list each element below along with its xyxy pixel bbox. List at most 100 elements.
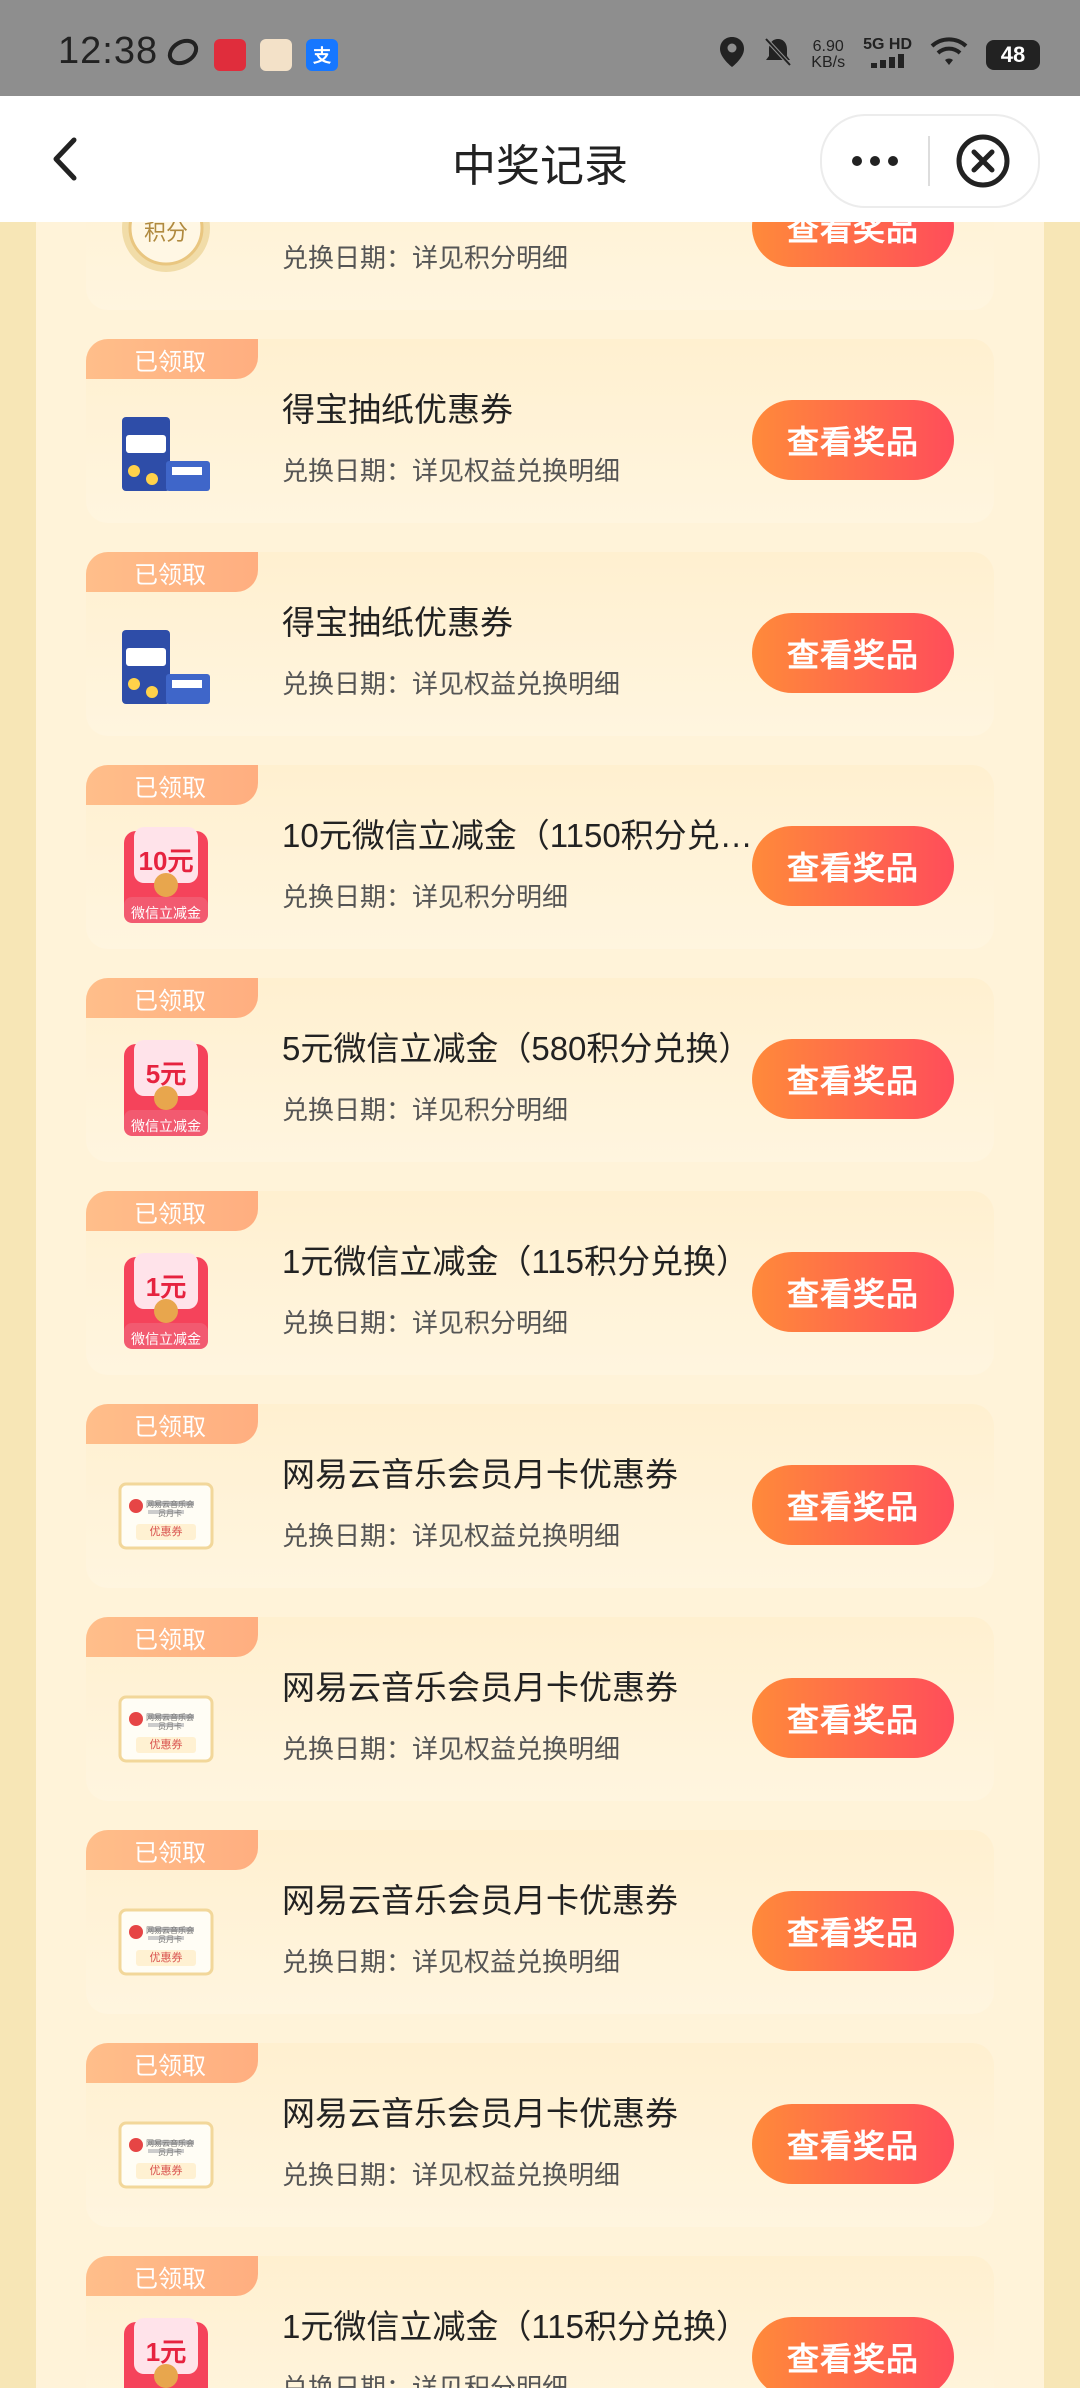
record-card: 已领取 1元微信立减金 1元微信立减金（115积分兑换） 兑换日期：详见积分明细 查看奖… xyxy=(86,1191,994,1375)
view-prize-button[interactable]: 查看奖品 xyxy=(752,826,954,906)
status-bar: 12:38 支 6.90 KB/s 5G HD 48 xyxy=(0,0,1080,96)
record-card: 已领取 网易云音乐会员月卡 优惠券 网易云音乐会员月卡优惠券 兑换日期：详见权益兑换明细… xyxy=(86,2043,994,2227)
title-bar: 中奖记录 xyxy=(0,96,1080,222)
signal-icon xyxy=(870,54,905,73)
mini-program-capsule xyxy=(820,114,1040,208)
prize-name: 网易云音乐会员月卡优惠券 xyxy=(282,1669,678,1706)
thumb-label: 优惠券 xyxy=(149,1952,183,1964)
thumb-amount: 5元 xyxy=(145,1059,187,1089)
mute-icon xyxy=(763,36,793,73)
status-app-icons: 支 xyxy=(166,38,338,71)
prize-name: 5元微信立减金（580积分兑换） xyxy=(282,1030,752,1067)
thumb-label: 优惠券 xyxy=(149,1739,183,1751)
record-card: 已领取 得宝抽纸优惠券兑换日期：详见权益兑换明细 查看奖品 xyxy=(86,339,994,523)
status-tag: 已领取 xyxy=(86,2043,258,2083)
thumb-caption: 网易云音乐会员月卡 xyxy=(146,2139,194,2157)
status-tag: 已领取 xyxy=(86,1404,258,1444)
view-prize-button[interactable]: 查看奖品 xyxy=(752,1465,954,1545)
view-prize-button[interactable]: 查看奖品 xyxy=(752,400,954,480)
thumb-caption: 网易云音乐会员月卡 xyxy=(146,1713,194,1731)
record-card: 已领取 网易云音乐会员月卡 优惠券 网易云音乐会员月卡优惠券 兑换日期：详见权益兑换明细… xyxy=(86,1830,994,2014)
prize-thumbnail: 积分 xyxy=(116,222,216,288)
status-tag: 已领取 xyxy=(86,1617,258,1657)
record-card: 已领取积分兑换日期：详见积分明细查看奖品 xyxy=(86,222,994,310)
redeem-date: 兑换日期：详见积分明细 xyxy=(282,243,569,273)
prize-thumbnail xyxy=(116,401,216,501)
wifi-icon xyxy=(930,37,968,72)
thumb-label: 优惠券 xyxy=(149,1526,183,1538)
prize-thumbnail: 网易云音乐会员月卡优惠券 xyxy=(116,1466,216,1566)
view-prize-button[interactable]: 查看奖品 xyxy=(752,2317,954,2388)
records-panel: 已领取积分兑换日期：详见积分明细查看奖品已领取得宝抽纸优惠券兑换日期：详见权益兑… xyxy=(36,222,1044,2388)
signal-group: 5G HD xyxy=(863,36,912,73)
alipay-icon: 支 xyxy=(306,38,338,71)
view-prize-button[interactable]: 查看奖品 xyxy=(752,1678,954,1758)
vpn-icon xyxy=(166,38,200,71)
thumb-amount: 10元 xyxy=(138,846,194,876)
status-tag: 已领取 xyxy=(86,2256,258,2296)
redeem-date: 兑换日期：详见权益兑换明细 xyxy=(282,1521,621,1551)
redeem-date: 兑换日期：详见积分明细 xyxy=(282,1095,569,1125)
close-circle-icon xyxy=(956,134,1010,188)
prize-name: 得宝抽纸优惠券 xyxy=(282,391,513,428)
redeem-date: 兑换日期：详见权益兑换明细 xyxy=(282,1947,621,1977)
record-card: 已领取 5元微信立减金 5元微信立减金（580积分兑换） 兑换日期：详见积分明细 查看奖… xyxy=(86,978,994,1162)
net-speed: 6.90 KB/s xyxy=(811,37,846,71)
redeem-date: 兑换日期：详见积分明细 xyxy=(282,2373,569,2388)
view-prize-button[interactable]: 查看奖品 xyxy=(752,1039,954,1119)
prize-thumbnail: 1元微信立减金 xyxy=(116,2318,216,2388)
status-tag: 已领取 xyxy=(86,1191,258,1231)
battery-indicator: 48 xyxy=(986,39,1040,70)
thumb-caption: 微信立减金 xyxy=(131,1118,201,1134)
redeem-date: 兑换日期：详见权益兑换明细 xyxy=(282,1734,621,1764)
prize-name: 得宝抽纸优惠券 xyxy=(282,604,513,641)
status-tag: 已领取 xyxy=(86,339,258,379)
redeem-date: 兑换日期：详见权益兑换明细 xyxy=(282,2160,621,2190)
prize-name: 网易云音乐会员月卡优惠券 xyxy=(282,1882,678,1919)
view-prize-button[interactable]: 查看奖品 xyxy=(752,613,954,693)
more-dots-icon xyxy=(852,156,862,166)
app-red-icon xyxy=(214,38,246,71)
prize-name: 1元微信立减金（115积分兑换） xyxy=(282,1243,749,1280)
view-prize-button[interactable]: 查看奖品 xyxy=(752,222,954,267)
prize-thumbnail: 网易云音乐会员月卡优惠券 xyxy=(116,1679,216,1779)
status-tag: 已领取 xyxy=(86,978,258,1018)
thumb-caption: 微信立减金 xyxy=(131,905,201,921)
status-right: 6.90 KB/s 5G HD 48 xyxy=(719,36,1040,73)
prize-name: 网易云音乐会员月卡优惠券 xyxy=(282,1456,678,1493)
svg-text:积分: 积分 xyxy=(144,222,188,246)
prize-name: 1元微信立减金（115积分兑换） xyxy=(282,2308,749,2345)
thumb-caption: 微信立减金 xyxy=(131,1331,201,1347)
prize-thumbnail: 5元微信立减金 xyxy=(116,1040,216,1140)
status-tag: 已领取 xyxy=(86,1830,258,1870)
more-button[interactable] xyxy=(822,118,928,204)
thumb-label: 优惠券 xyxy=(149,2165,183,2177)
view-prize-button[interactable]: 查看奖品 xyxy=(752,2104,954,2184)
status-time: 12:38 xyxy=(58,30,159,72)
record-card: 已领取 得宝抽纸优惠券 兑换日期：详见权益兑换明细 查看奖品 xyxy=(86,552,994,736)
thumb-amount: 1元 xyxy=(145,2337,187,2367)
view-prize-button[interactable]: 查看奖品 xyxy=(752,1891,954,1971)
record-card: 已领取 网易云音乐会员月卡 优惠券 网易云音乐会员月卡优惠券 兑换日期：详见权益兑换明细… xyxy=(86,1617,994,1801)
status-tag: 已领取 xyxy=(86,552,258,592)
view-prize-button[interactable]: 查看奖品 xyxy=(752,1252,954,1332)
app-cartoon-icon xyxy=(260,38,292,71)
location-icon xyxy=(719,36,745,73)
record-card: 已领取 1元微信立减金 1元微信立减金（115积分兑换） 兑换日期：详见积分明细 查看奖… xyxy=(86,2256,994,2388)
thumb-amount: 1元 xyxy=(145,1272,187,1302)
prize-thumbnail: 10元微信立减金 xyxy=(116,827,216,927)
prize-name: 10元微信立减金（1150积分兑换） xyxy=(282,817,782,854)
prize-name: 网易云音乐会员月卡优惠券 xyxy=(282,2095,678,2132)
thumb-caption: 网易云音乐会员月卡 xyxy=(146,1500,194,1518)
thumb-caption: 网易云音乐会员月卡 xyxy=(146,1926,194,1944)
network-type: 5G HD xyxy=(863,36,912,53)
redeem-date: 兑换日期：详见积分明细 xyxy=(282,882,569,912)
prize-thumbnail: 1元微信立减金 xyxy=(116,1253,216,1353)
prize-thumbnail: 网易云音乐会员月卡优惠券 xyxy=(116,2105,216,2205)
redeem-date: 兑换日期：详见积分明细 xyxy=(282,1308,569,1338)
prize-thumbnail xyxy=(116,614,216,714)
redeem-date: 兑换日期：详见权益兑换明细 xyxy=(282,456,621,486)
status-tag: 已领取 xyxy=(86,765,258,805)
record-list: 已领取积分兑换日期：详见积分明细查看奖品已领取得宝抽纸优惠券兑换日期：详见权益兑… xyxy=(86,222,994,2388)
close-button[interactable] xyxy=(930,118,1036,204)
